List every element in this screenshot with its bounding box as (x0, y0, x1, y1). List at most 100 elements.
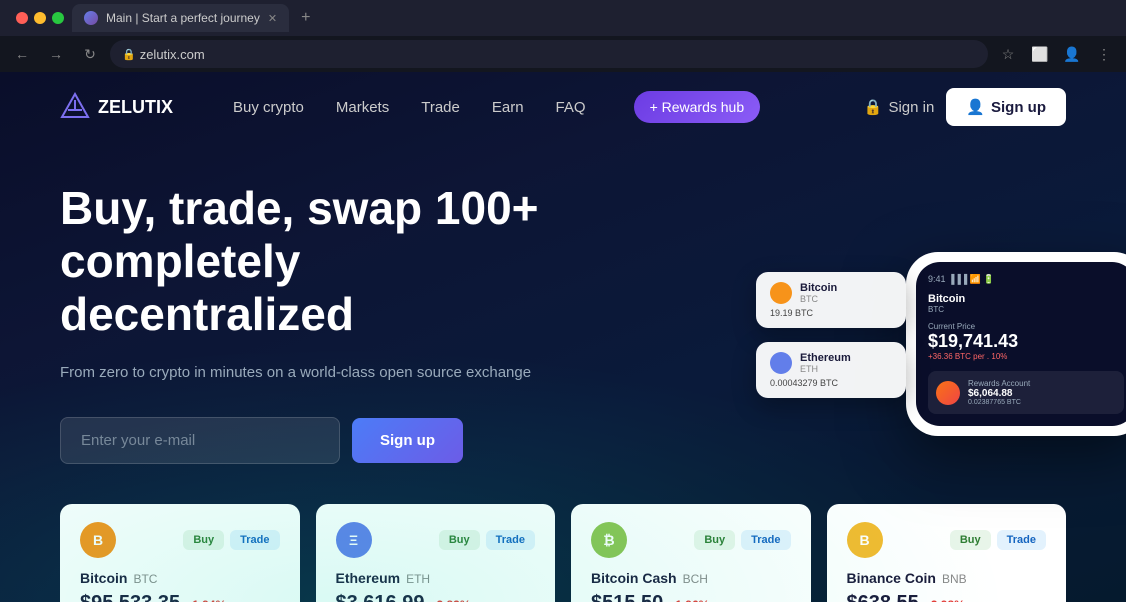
signup-btn[interactable]: 👤 Sign up (946, 88, 1066, 126)
phone-rewards-value: $6,064.88 (968, 388, 1030, 399)
btc-trade-btn[interactable]: Trade (230, 530, 279, 550)
phone-coin-name: Bitcoin (928, 293, 1124, 305)
extensions-btn[interactable]: ⬜ (1026, 40, 1054, 68)
bch-symbol: BCH (683, 572, 708, 586)
btc-buy-btn[interactable]: Buy (183, 530, 224, 550)
bnb-price: $638.55 (847, 592, 919, 602)
bookmark-btn[interactable]: ☆ (994, 40, 1022, 68)
refresh-btn[interactable]: ↻ (76, 40, 104, 68)
profile-btn[interactable]: 👤 (1058, 40, 1086, 68)
menu-btn[interactable]: ⋮ (1090, 40, 1118, 68)
bch-buy-btn[interactable]: Buy (694, 530, 735, 550)
eth-card-btns: Buy Trade (439, 530, 535, 550)
eth-buy-btn[interactable]: Buy (439, 530, 480, 550)
fc-eth-price: 0.00043279 BTC (770, 378, 892, 388)
bnb-symbol: BNB (942, 572, 967, 586)
website-content: ZELUTIX Buy crypto Markets Trade Earn FA… (0, 72, 1126, 602)
browser-tabs: Main | Start a perfect journey ✕ + (0, 0, 1126, 36)
bnb-buy-btn[interactable]: Buy (950, 530, 991, 550)
fc-btc-most-btc: 19.19 BTC (770, 308, 813, 318)
navbar: ZELUTIX Buy crypto Markets Trade Earn FA… (0, 72, 1126, 142)
eth-coin-icon (770, 352, 792, 374)
fc-btc-sym: BTC (800, 294, 837, 304)
signin-icon: 🔒 (864, 98, 883, 116)
floating-card-eth: Ethereum ETH 0.00043279 BTC (756, 342, 906, 398)
tab-title: Main | Start a perfect journey (106, 11, 260, 25)
window-minimize-btn[interactable] (34, 12, 46, 24)
bnb-card-btns: Buy Trade (950, 530, 1046, 550)
price-cards-section: B Buy Trade Bitcoin BTC $95,533.35 -1.94… (0, 484, 1126, 602)
rewards-hub-btn[interactable]: + Rewards hub (634, 91, 761, 123)
btc-card-btns: Buy Trade (183, 530, 279, 550)
nav-markets[interactable]: Markets (336, 99, 389, 116)
nav-right: 🔒 Sign in 👤 Sign up (864, 88, 1066, 126)
phone-coin-sym: BTC (928, 305, 1124, 314)
url-lock-icon: 🔒 (122, 48, 136, 61)
price-card-eth: Ξ Buy Trade Ethereum ETH $3,616.99 -2.83… (316, 504, 556, 602)
logo-text: ZELUTIX (98, 97, 173, 118)
bnb-icon-letter: B (859, 532, 869, 548)
eth-icon-wrap: Ξ (336, 522, 372, 558)
tab-close-btn[interactable]: ✕ (268, 12, 277, 25)
email-input[interactable] (60, 417, 340, 464)
eth-change: -2.83% (432, 598, 470, 602)
hero-signup-btn[interactable]: Sign up (352, 418, 463, 463)
window-close-btn[interactable] (16, 12, 28, 24)
phone-status-bar: 9:41 ▐▐▐ 📶 🔋 (928, 274, 1124, 285)
new-tab-btn[interactable]: + (293, 5, 318, 31)
bch-price: $515.50 (591, 592, 663, 602)
btc-icon-letter: B (93, 532, 103, 548)
nav-trade[interactable]: Trade (421, 99, 460, 116)
fc-eth-name: Ethereum (800, 352, 851, 364)
bnb-change: -2.98% (927, 598, 965, 602)
window-controls (8, 12, 72, 24)
fc-btc-price: 19.19 BTC (770, 308, 892, 318)
btc-price: $95,533.35 (80, 592, 180, 602)
btc-icon-wrap: B (80, 522, 116, 558)
browser-chrome: Main | Start a perfect journey ✕ + ← → ↻… (0, 0, 1126, 72)
browser-controls: ← → ↻ 🔒 zelutix.com ☆ ⬜ 👤 ⋮ (0, 36, 1126, 72)
price-card-btc: B Buy Trade Bitcoin BTC $95,533.35 -1.94… (60, 504, 300, 602)
price-cards-list: B Buy Trade Bitcoin BTC $95,533.35 -1.94… (60, 504, 1066, 602)
price-card-bnb: B Buy Trade Binance Coin BNB $638.55 -2.… (827, 504, 1067, 602)
phone-rewards-btc: 0.02387765 BTC (968, 399, 1030, 406)
phone-outer: 9:41 ▐▐▐ 📶 🔋 Bitcoin BTC Current Price $… (906, 252, 1126, 436)
phone-rewards-label: Rewards Account (968, 379, 1030, 388)
eth-symbol: ETH (406, 572, 430, 586)
bch-icon-wrap: ₿ (591, 522, 627, 558)
btc-change: -1.94% (188, 598, 226, 602)
window-maximize-btn[interactable] (52, 12, 64, 24)
bch-change: -1.96% (671, 598, 709, 602)
phone-price-change: +36.36 BTC per . 10% (928, 352, 1124, 361)
phone-mockup: Bitcoin BTC 19.19 BTC Ethereum ETH (746, 272, 1066, 436)
forward-btn[interactable]: → (42, 40, 70, 68)
floating-card-btc: Bitcoin BTC 19.19 BTC (756, 272, 906, 328)
signup-icon: 👤 (966, 98, 985, 116)
bnb-trade-btn[interactable]: Trade (997, 530, 1046, 550)
nav-buy-crypto[interactable]: Buy crypto (233, 99, 304, 116)
tab-favicon (84, 11, 98, 25)
signin-btn[interactable]: 🔒 Sign in (864, 98, 935, 116)
logo[interactable]: ZELUTIX (60, 92, 173, 122)
bch-card-btns: Buy Trade (694, 530, 790, 550)
nav-faq[interactable]: FAQ (556, 99, 586, 116)
eth-trade-btn[interactable]: Trade (486, 530, 535, 550)
nav-earn[interactable]: Earn (492, 99, 524, 116)
url-text: zelutix.com (140, 47, 205, 62)
eth-icon-letter: Ξ (349, 532, 358, 548)
bch-icon-letter: ₿ (603, 532, 614, 548)
browser-right-buttons: ☆ ⬜ 👤 ⋮ (994, 40, 1118, 68)
browser-tab-active[interactable]: Main | Start a perfect journey ✕ (72, 4, 289, 32)
signup-label: Sign up (991, 99, 1046, 116)
hero-content: Buy, trade, swap 100+ completely decentr… (60, 182, 560, 464)
phone-rewards-icon (936, 381, 960, 405)
hero-subtitle: From zero to crypto in minutes on a worl… (60, 361, 560, 385)
bch-trade-btn[interactable]: Trade (741, 530, 790, 550)
url-bar[interactable]: 🔒 zelutix.com (110, 40, 988, 68)
nav-links: Buy crypto Markets Trade Earn FAQ + Rewa… (233, 91, 760, 123)
hero-form: Sign up (60, 417, 560, 464)
eth-price: $3,616.99 (336, 592, 425, 602)
signin-label: Sign in (888, 99, 934, 116)
back-btn[interactable]: ← (8, 40, 36, 68)
phone-rewards-card: Rewards Account $6,064.88 0.02387765 BTC (928, 371, 1124, 414)
